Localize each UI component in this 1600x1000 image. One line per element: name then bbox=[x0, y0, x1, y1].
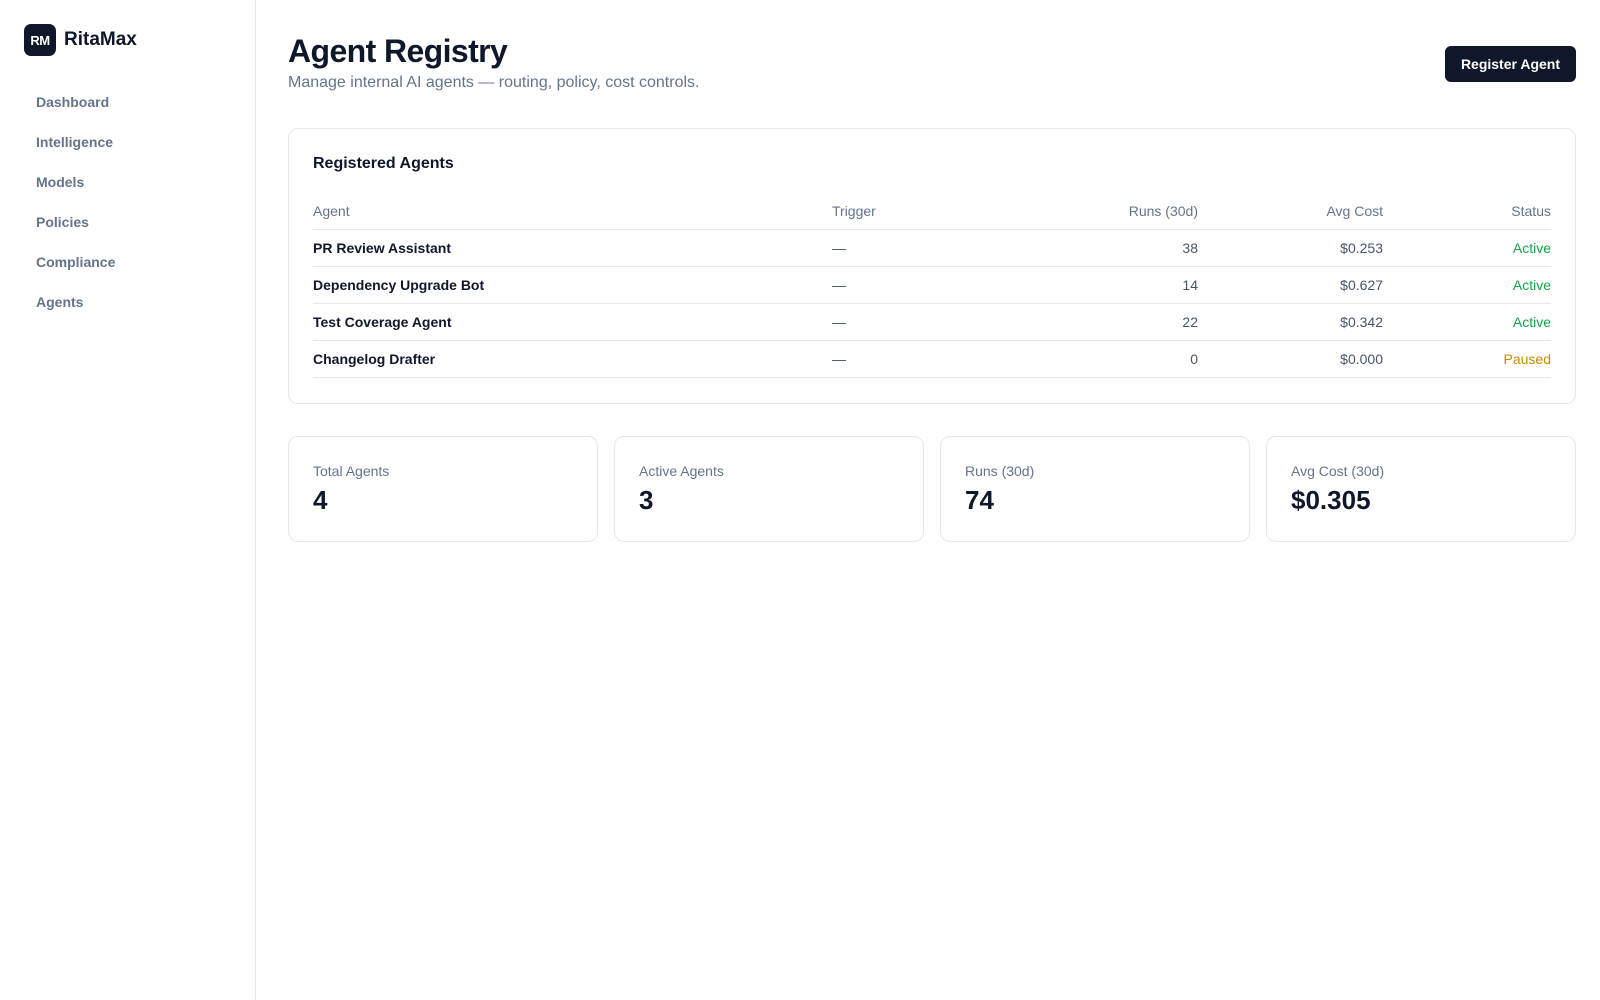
column-header-trigger: Trigger bbox=[832, 193, 1041, 230]
stat-card-runs: Runs (30d) 74 bbox=[940, 436, 1250, 542]
column-header-agent: Agent bbox=[313, 193, 832, 230]
runs-cell: 22 bbox=[1041, 303, 1198, 341]
page-subtitle: Manage internal AI agents — routing, pol… bbox=[288, 74, 700, 91]
brand[interactable]: RM RitaMax bbox=[24, 24, 231, 56]
agents-table: Agent Trigger Runs (30d) Avg Cost Status… bbox=[313, 193, 1551, 378]
registered-agents-card: Registered Agents Agent Trigger Runs (30… bbox=[288, 128, 1576, 404]
app-root: RM RitaMax Dashboard Intelligence Models… bbox=[0, 0, 1600, 1000]
agent-name-cell: PR Review Assistant bbox=[313, 229, 832, 267]
trigger-cell: — bbox=[832, 266, 1041, 304]
page-heading: Agent Registry Manage internal AI agents… bbox=[288, 32, 699, 92]
stat-card-active-agents: Active Agents 3 bbox=[614, 436, 924, 542]
avg-cost-cell: $0.342 bbox=[1198, 303, 1383, 341]
agent-name-cell: Test Coverage Agent bbox=[313, 303, 832, 341]
brand-name: RitaMax bbox=[64, 29, 137, 50]
stat-label: Runs (30d) bbox=[965, 463, 1035, 479]
sidebar-item-intelligence[interactable]: Intelligence bbox=[24, 122, 231, 162]
trigger-cell: — bbox=[832, 340, 1041, 378]
sidebar-nav: Dashboard Intelligence Models Policies C… bbox=[24, 82, 231, 322]
stats-row: Total Agents 4 Active Agents 3 Runs (30d… bbox=[288, 436, 1576, 542]
card-title: Registered Agents bbox=[313, 155, 454, 172]
status-badge: Active bbox=[1383, 229, 1551, 267]
runs-cell: 0 bbox=[1041, 340, 1198, 378]
stat-label: Active Agents bbox=[639, 463, 724, 479]
stat-value: $0.305 bbox=[1291, 485, 1371, 515]
register-agent-button[interactable]: Register Agent bbox=[1444, 46, 1576, 82]
avg-cost-cell: $0.627 bbox=[1198, 266, 1383, 304]
avg-cost-cell: $0.253 bbox=[1198, 229, 1383, 267]
agent-name-cell: Dependency Upgrade Bot bbox=[313, 266, 832, 304]
avg-cost-cell: $0.000 bbox=[1198, 340, 1383, 378]
table-row[interactable]: Dependency Upgrade Bot — 14 $0.627 Activ… bbox=[313, 266, 1551, 304]
table-header-row: Agent Trigger Runs (30d) Avg Cost Status bbox=[313, 193, 1551, 230]
column-header-status: Status bbox=[1383, 193, 1551, 230]
table-row[interactable]: PR Review Assistant — 38 $0.253 Active bbox=[313, 229, 1551, 267]
sidebar-item-policies[interactable]: Policies bbox=[24, 202, 231, 242]
table-row[interactable]: Test Coverage Agent — 22 $0.342 Active bbox=[313, 303, 1551, 341]
table-row[interactable]: Changelog Drafter — 0 $0.000 Paused bbox=[313, 340, 1551, 378]
stat-card-avg-cost: Avg Cost (30d) $0.305 bbox=[1266, 436, 1576, 542]
column-header-runs: Runs (30d) bbox=[1041, 193, 1198, 230]
page-title: Agent Registry bbox=[288, 33, 508, 69]
trigger-cell: — bbox=[832, 229, 1041, 267]
sidebar: RM RitaMax Dashboard Intelligence Models… bbox=[0, 0, 256, 1000]
status-badge: Active bbox=[1383, 303, 1551, 341]
page-header: Agent Registry Manage internal AI agents… bbox=[288, 32, 1576, 92]
sidebar-item-dashboard[interactable]: Dashboard bbox=[24, 82, 231, 122]
runs-cell: 14 bbox=[1041, 266, 1198, 304]
stat-label: Avg Cost (30d) bbox=[1291, 463, 1385, 479]
sidebar-item-compliance[interactable]: Compliance bbox=[24, 242, 231, 282]
runs-cell: 38 bbox=[1041, 229, 1198, 267]
brand-logo: RM bbox=[24, 24, 56, 56]
sidebar-item-agents[interactable]: Agents bbox=[24, 282, 231, 322]
stat-value: 3 bbox=[639, 485, 654, 515]
status-badge: Active bbox=[1383, 266, 1551, 304]
stat-value: 74 bbox=[965, 485, 994, 515]
agent-name-cell: Changelog Drafter bbox=[313, 340, 832, 378]
column-header-avg-cost: Avg Cost bbox=[1198, 193, 1383, 230]
status-badge: Paused bbox=[1383, 340, 1551, 378]
stat-value: 4 bbox=[313, 485, 328, 515]
main-content: Agent Registry Manage internal AI agents… bbox=[256, 0, 1600, 1000]
sidebar-item-models[interactable]: Models bbox=[24, 162, 231, 202]
trigger-cell: — bbox=[832, 303, 1041, 341]
stat-label: Total Agents bbox=[313, 463, 390, 479]
stat-card-total-agents: Total Agents 4 bbox=[288, 436, 598, 542]
